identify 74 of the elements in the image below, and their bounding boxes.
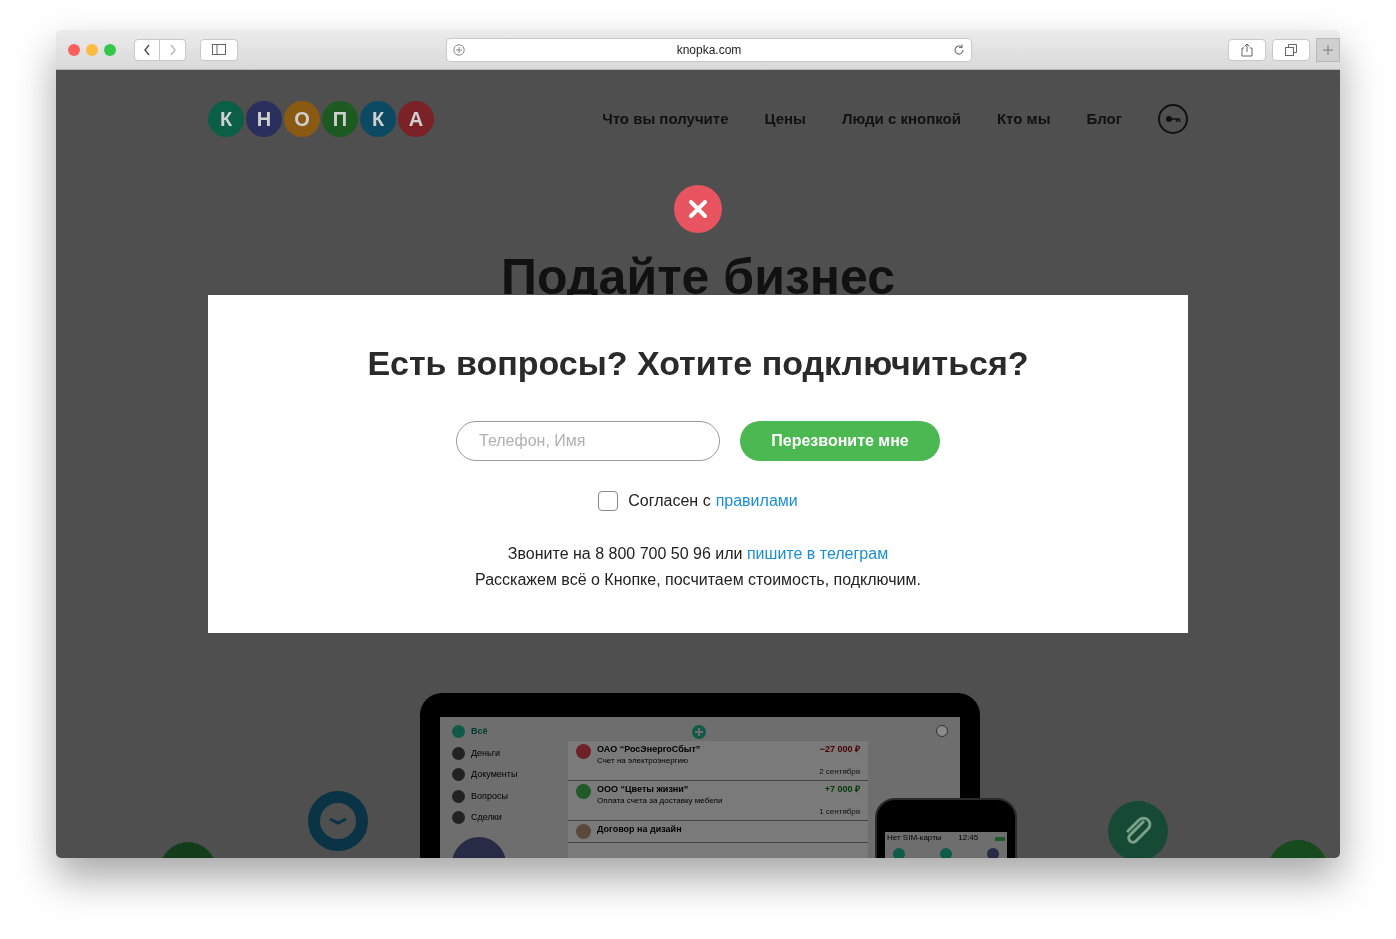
login-button[interactable] bbox=[1158, 104, 1188, 134]
consent-checkbox[interactable] bbox=[598, 491, 619, 511]
nav-link[interactable]: Что вы получите bbox=[602, 107, 729, 131]
share-icon bbox=[1241, 42, 1253, 57]
logo-letter[interactable]: П bbox=[322, 101, 358, 137]
app-icon bbox=[893, 848, 905, 858]
rules-link[interactable]: правилами bbox=[715, 489, 798, 513]
feed-title: Договор на дизайн bbox=[597, 824, 682, 835]
close-icon bbox=[688, 199, 708, 219]
sidebar-button[interactable] bbox=[200, 38, 238, 61]
feed-amount: +7 000 ₽ bbox=[824, 784, 860, 795]
telegram-link[interactable]: пишите в телеграм bbox=[746, 545, 889, 562]
url-text: knopka.com bbox=[675, 41, 743, 59]
nav-link[interactable]: Кто мы bbox=[996, 107, 1051, 131]
sidebar-icon bbox=[212, 44, 226, 55]
feed-title: ОАО “РосЭнергоСбыт” bbox=[597, 744, 701, 755]
feed-amount: −27 000 ₽ bbox=[819, 744, 860, 755]
chevron-left-icon bbox=[143, 43, 151, 56]
phone-time: 12:45 bbox=[958, 832, 979, 844]
phone-name-input[interactable]: Телефон, Имя bbox=[456, 421, 720, 461]
back-button[interactable] bbox=[134, 38, 160, 61]
reload-icon[interactable] bbox=[953, 43, 965, 56]
app-sidebar-item[interactable]: Деньги bbox=[452, 746, 560, 760]
circle-decoration-icon bbox=[1268, 840, 1328, 858]
modal-title: Есть вопросы? Хотите подключиться? bbox=[367, 343, 1029, 384]
key-icon bbox=[1165, 115, 1181, 123]
feed-date: 2 сентября bbox=[819, 766, 860, 777]
clock-icon bbox=[308, 791, 368, 851]
feed-item[interactable]: Договор на дизайн bbox=[568, 821, 868, 843]
logo-letter[interactable]: А bbox=[398, 101, 434, 137]
logo-letter[interactable]: К bbox=[360, 101, 396, 137]
feed-date: 1 сентября bbox=[819, 806, 860, 817]
close-button[interactable] bbox=[674, 185, 722, 233]
sidebar-icon bbox=[452, 725, 465, 739]
battery-icon bbox=[995, 836, 1005, 841]
share-button[interactable] bbox=[1228, 38, 1266, 61]
app-sidebar-item[interactable]: Всё bbox=[452, 725, 560, 739]
sidebar-icon bbox=[452, 768, 465, 782]
search-icon[interactable] bbox=[936, 725, 948, 737]
plus-icon bbox=[1322, 43, 1334, 56]
logo-letter[interactable]: О bbox=[284, 101, 320, 137]
zoom-window-icon[interactable] bbox=[104, 43, 116, 56]
modal-note: Расскажем всё о Кнопке, посчитаем стоимость, подключим. bbox=[475, 570, 921, 590]
feed-title: ООО “Цветы жизни” bbox=[597, 784, 689, 795]
tabs-button[interactable] bbox=[1272, 38, 1310, 61]
plus-icon bbox=[695, 728, 703, 736]
contact-text: Звоните на 8 800 700 50 96 или пишите в телеграм bbox=[507, 544, 889, 564]
nav-link[interactable]: Блог bbox=[1086, 107, 1122, 131]
feed-subtitle: Оплата счета за доставку мебели bbox=[597, 795, 724, 806]
new-tab-button[interactable] bbox=[1316, 37, 1340, 62]
nav-link[interactable]: Цены bbox=[764, 107, 806, 131]
tabs-icon bbox=[1285, 43, 1297, 56]
logo-letter[interactable]: Н bbox=[246, 101, 282, 137]
nav-link[interactable]: Люди с кнопкой bbox=[841, 107, 961, 131]
app-sidebar-item[interactable]: Вопросы bbox=[452, 789, 560, 803]
paperclip-icon bbox=[1108, 801, 1168, 858]
app-sidebar-item[interactable]: Документы bbox=[452, 768, 560, 782]
feed-item[interactable]: ООО “Цветы жизни” +7 000 ₽ Оплата счета за доставку мебели 1 сентября bbox=[568, 781, 868, 821]
app-sidebar-item[interactable]: Сделки bbox=[452, 811, 560, 825]
consent-text: Согласен с bbox=[628, 491, 711, 511]
callback-button[interactable]: Перезвоните мне bbox=[740, 421, 940, 461]
feed-subtitle: Счет на электроэнергию bbox=[597, 755, 689, 766]
sidebar-icon bbox=[452, 746, 465, 760]
address-bar[interactable]: knopka.com bbox=[446, 37, 972, 62]
circle-decoration-icon bbox=[160, 842, 216, 858]
sidebar-icon bbox=[452, 811, 465, 825]
phone-carrier: Нет SIM-карты bbox=[887, 832, 942, 844]
logo-letter[interactable]: К bbox=[208, 101, 244, 137]
chevron-right-icon bbox=[168, 43, 177, 56]
hero-heading: Подайте бизнес bbox=[500, 248, 896, 307]
feed-item[interactable]: ОАО “РосЭнергоСбыт” −27 000 ₽ Счет на электроэнергию 2 сентября bbox=[568, 741, 868, 781]
app-icon bbox=[987, 848, 999, 858]
close-window-icon[interactable] bbox=[68, 43, 80, 56]
sidebar-icon bbox=[452, 789, 465, 803]
